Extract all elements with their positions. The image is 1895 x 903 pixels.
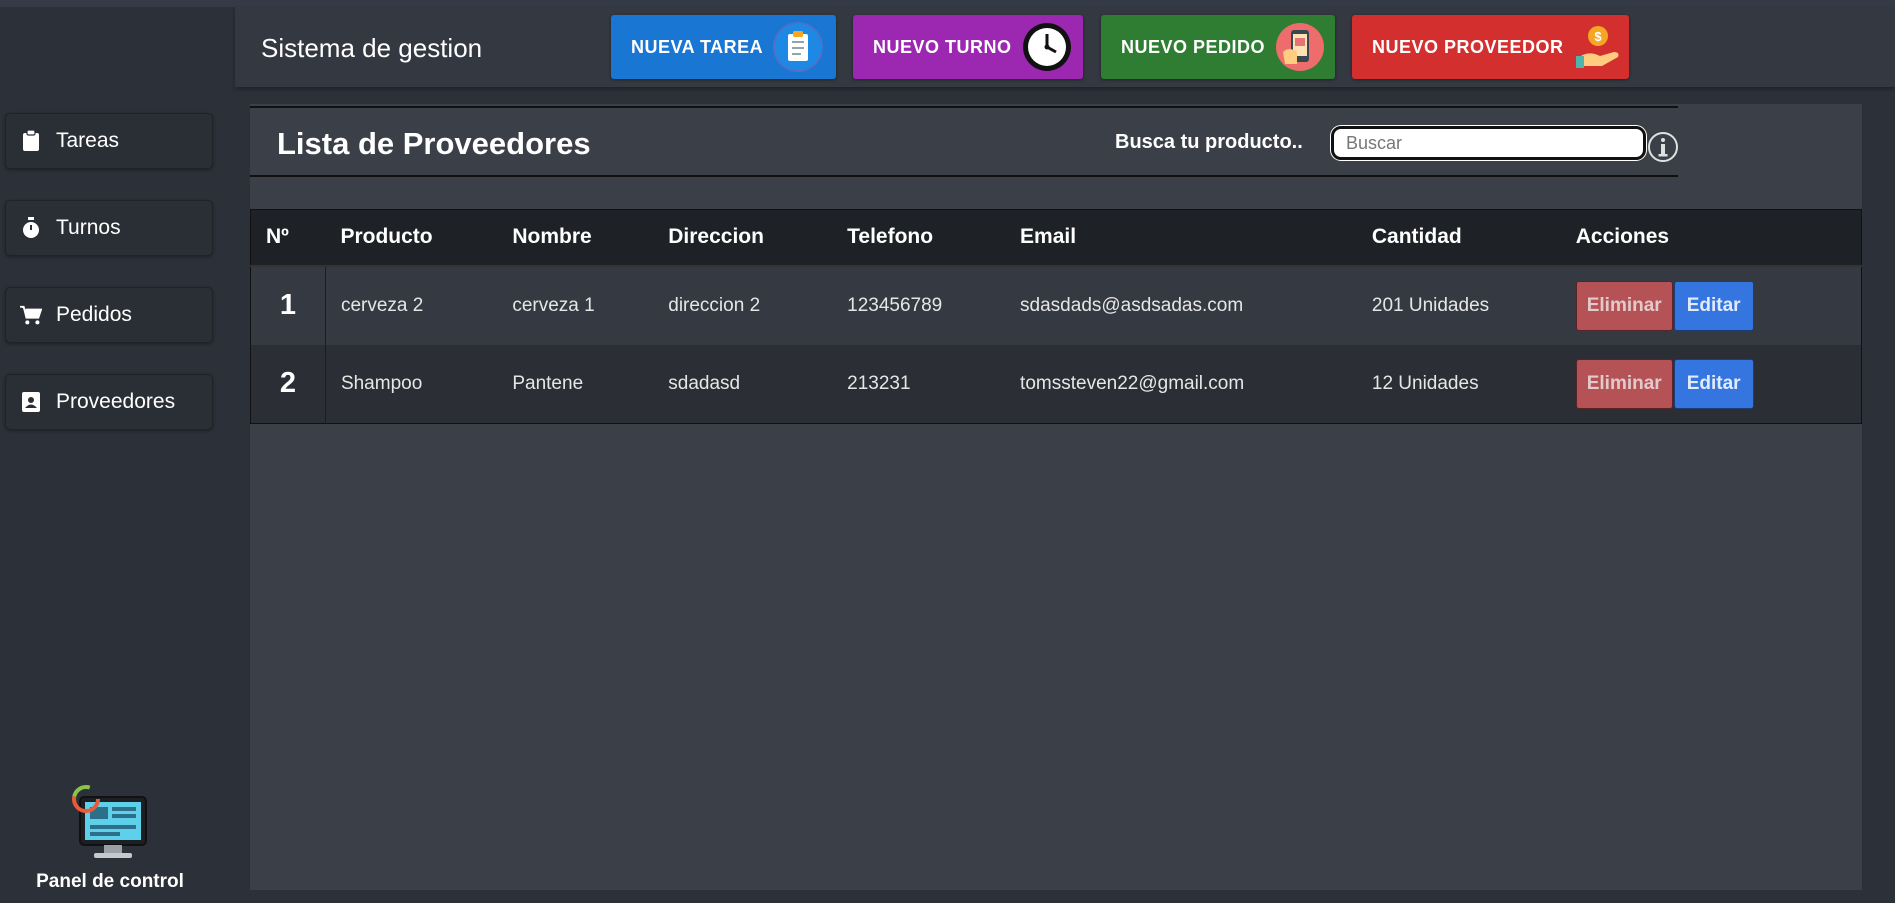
panel-label: Panel de control <box>36 871 184 892</box>
nuevo-proveedor-button[interactable]: NUEVO PROVEEDOR $ <box>1352 15 1629 79</box>
sidebar: Tareas Turnos Pedidos Proveedores Panel … <box>0 7 232 903</box>
sidebar-item-pedidos[interactable]: Pedidos <box>5 287 213 343</box>
editar-button[interactable]: Editar <box>1673 358 1754 409</box>
app-title: Sistema de gestion <box>261 33 483 63</box>
phone-order-icon <box>1275 22 1325 72</box>
column-header: Producto <box>325 209 498 267</box>
sidebar-item-proveedores[interactable]: Proveedores <box>5 374 213 430</box>
cell-acciones: Eliminar Editar <box>1560 265 1862 345</box>
stopwatch-icon <box>20 217 42 239</box>
search-input[interactable] <box>1331 126 1646 160</box>
column-header: Nombre <box>497 209 654 267</box>
search-label: Busca tu producto.. <box>1115 131 1303 153</box>
column-header: Telefono <box>832 209 1006 267</box>
row-number: 1 <box>250 265 326 345</box>
cell-direccion: direccion 2 <box>653 265 833 345</box>
cart-icon <box>20 304 42 326</box>
top-strip <box>0 0 1895 7</box>
sidebar-item-label: Tareas <box>56 129 120 152</box>
money-hand-icon: $ <box>1574 22 1624 72</box>
row-number: 2 <box>250 344 326 424</box>
svg-text:$: $ <box>1594 29 1602 44</box>
eliminar-button[interactable]: Eliminar <box>1575 280 1673 331</box>
clipboard-icon <box>20 130 42 152</box>
column-header: Acciones <box>1560 209 1862 267</box>
column-header: Direccion <box>653 209 833 267</box>
cell-nombre: cerveza 1 <box>497 265 654 345</box>
nuevo-turno-button[interactable]: NUEVO TURNO <box>853 15 1083 79</box>
main-content: Lista de Proveedores Busca tu producto..… <box>250 104 1862 890</box>
sidebar-item-label: Pedidos <box>56 303 132 326</box>
list-header: Lista de Proveedores Busca tu producto.. <box>250 106 1678 177</box>
table-header-row: Nº Producto Nombre Direccion Telefono Em… <box>250 209 1862 267</box>
column-header: Email <box>1005 209 1357 267</box>
cell-acciones: Eliminar Editar <box>1560 344 1862 424</box>
editar-button[interactable]: Editar <box>1673 280 1754 331</box>
column-header: Cantidad <box>1356 209 1561 267</box>
sidebar-item-tareas[interactable]: Tareas <box>5 113 213 169</box>
cell-nombre: Pantene <box>497 344 654 424</box>
table-row: 1 cerveza 2 cerveza 1 direccion 2 123456… <box>250 265 1862 345</box>
cell-email: tomssteven22@gmail.com <box>1005 344 1357 424</box>
sidebar-item-label: Proveedores <box>56 390 176 413</box>
nuevo-pedido-button[interactable]: NUEVO PEDIDO <box>1101 15 1335 79</box>
sidebar-item-turnos[interactable]: Turnos <box>5 200 213 256</box>
cell-direccion: sdadasd <box>653 344 833 424</box>
cell-cantidad: 201 Unidades <box>1356 265 1561 345</box>
column-header: Nº <box>250 209 326 267</box>
cell-cantidad: 12 Unidades <box>1356 344 1561 424</box>
eliminar-button[interactable]: Eliminar <box>1575 358 1673 409</box>
table-row: 2 Shampoo Pantene sdadasd 213231 tomsste… <box>250 344 1862 424</box>
providers-table: Nº Producto Nombre Direccion Telefono Em… <box>250 209 1862 424</box>
cell-telefono: 123456789 <box>832 265 1006 345</box>
nueva-tarea-button[interactable]: NUEVA TAREA <box>611 15 836 79</box>
contact-book-icon <box>20 391 42 413</box>
cell-producto: cerveza 2 <box>325 265 498 345</box>
cell-telefono: 213231 <box>832 344 1006 424</box>
page-title: Lista de Proveedores <box>277 126 591 161</box>
header: Sistema de gestion NUEVA TAREA NUEVO TUR… <box>235 7 1895 87</box>
clock-icon <box>1022 22 1072 72</box>
info-icon[interactable] <box>1647 131 1679 163</box>
cell-producto: Shampoo <box>325 344 498 424</box>
monitor-dashboard-icon <box>72 785 147 858</box>
cell-email: sdasdads@asdsadas.com <box>1005 265 1357 345</box>
sidebar-item-label: Turnos <box>56 216 121 239</box>
clipboard-icon <box>773 22 824 72</box>
panel-de-control[interactable]: Panel de control <box>0 783 220 893</box>
